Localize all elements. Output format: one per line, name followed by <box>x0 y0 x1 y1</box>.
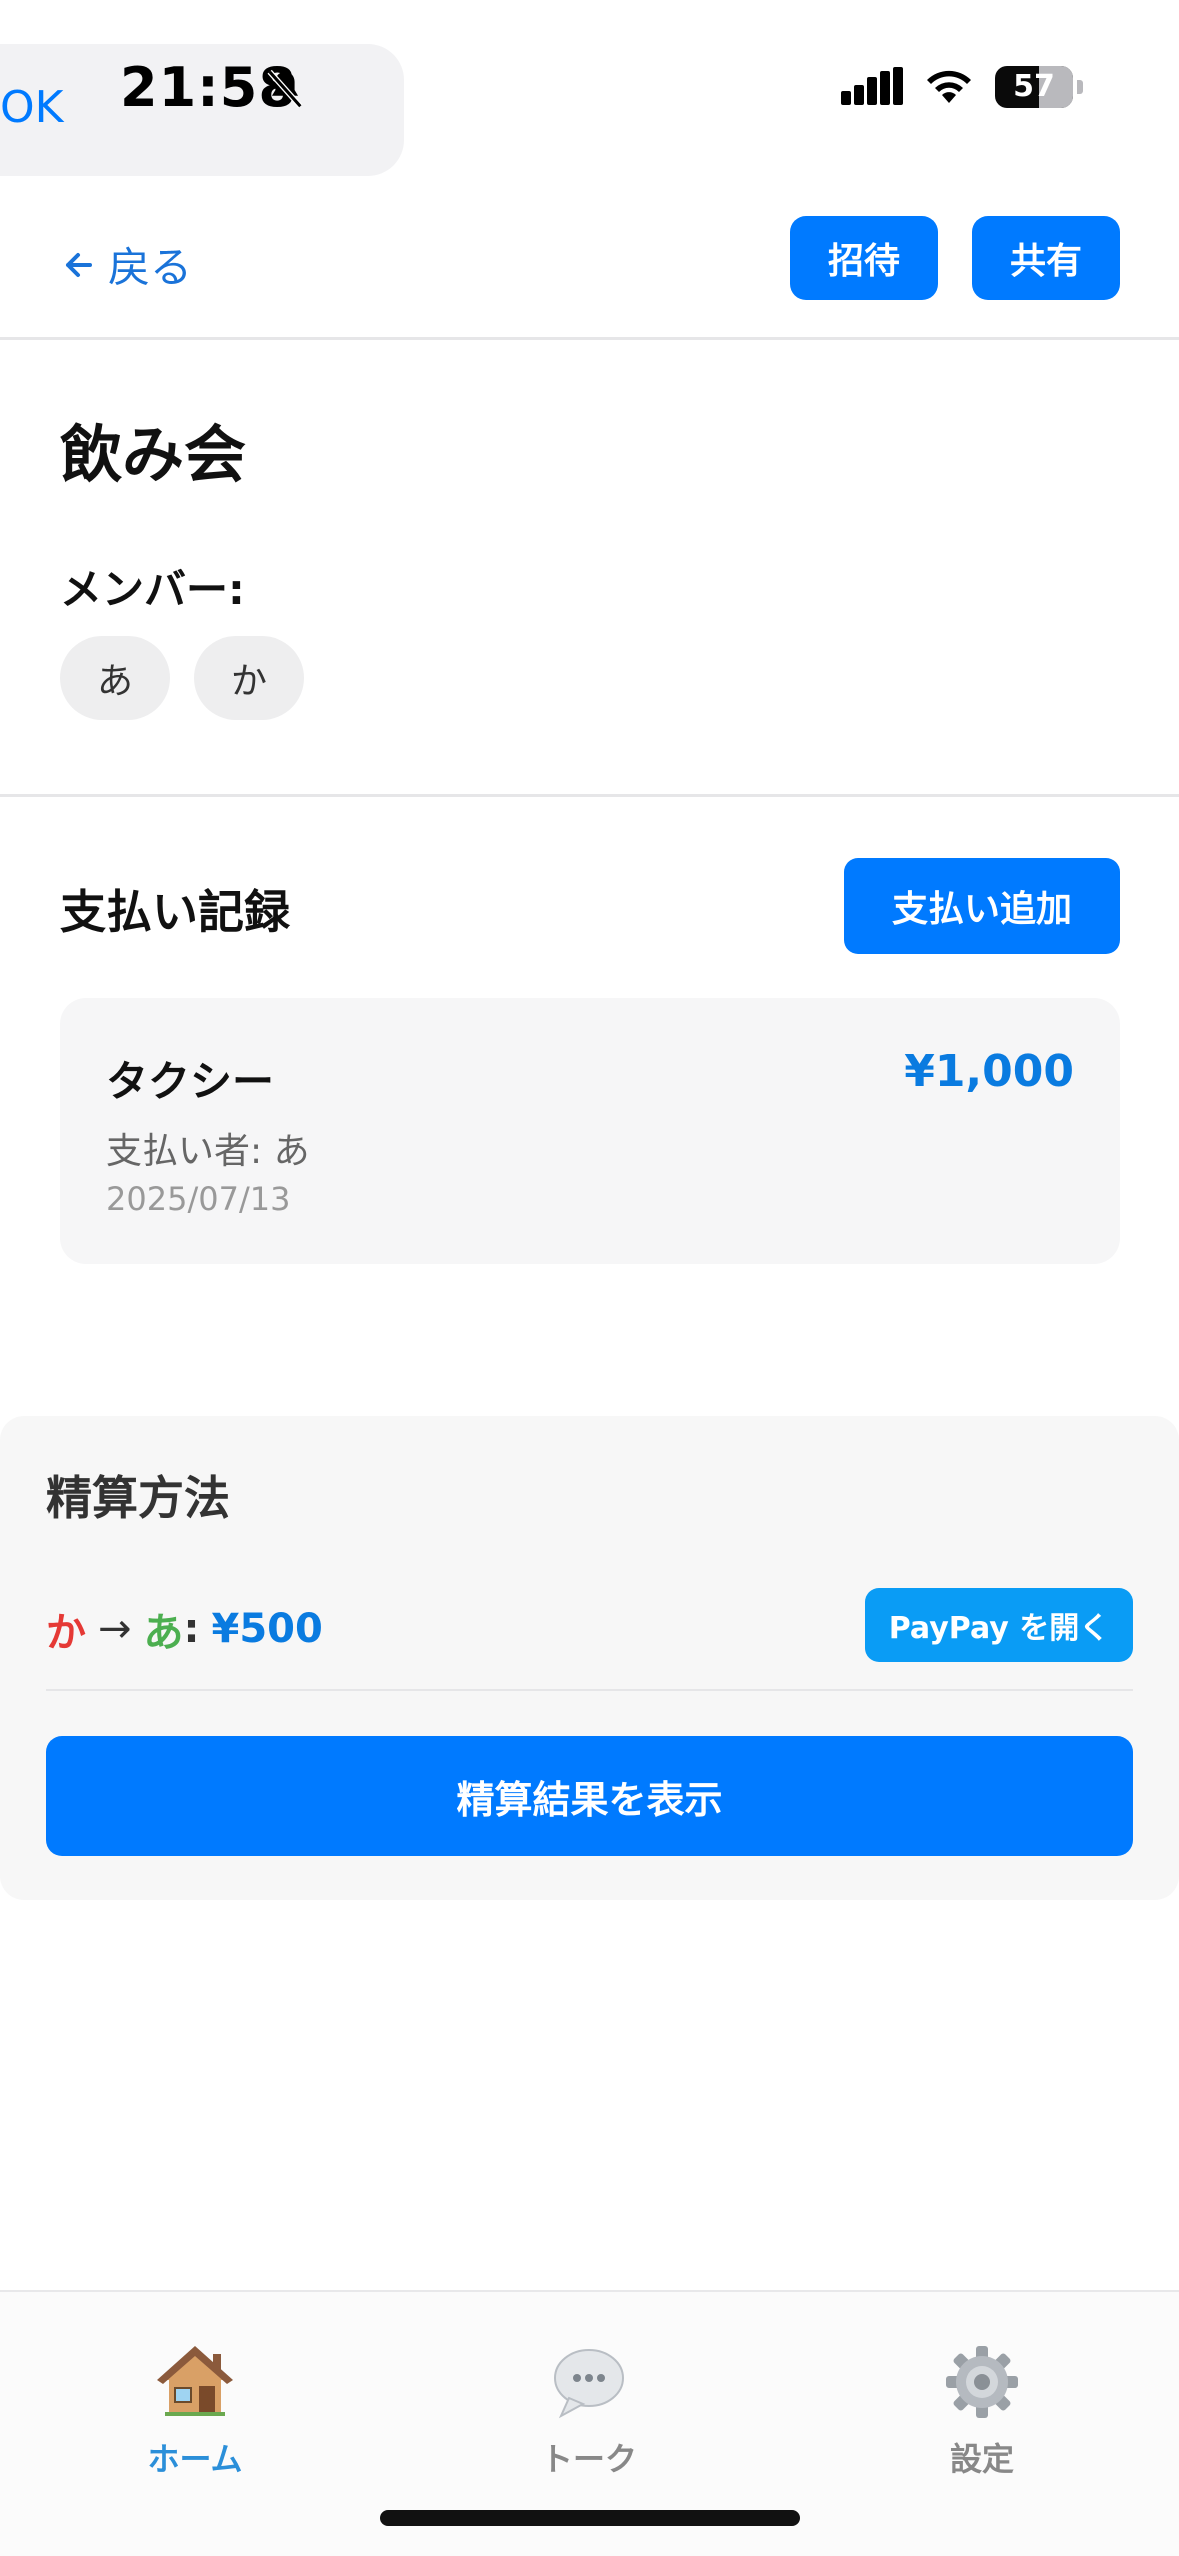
speech-bubble-icon <box>554 2349 624 2419</box>
invite-button[interactable]: 招待 <box>790 216 938 300</box>
payments-title: 支払い記録 <box>60 885 290 939</box>
add-payment-button[interactable]: 支払い追加 <box>844 858 1120 954</box>
tab-home[interactable]: ホーム <box>75 2342 315 2480</box>
member-list: あ か <box>60 636 304 720</box>
section-divider <box>0 794 1179 797</box>
arrow-left-icon <box>66 252 92 277</box>
payment-name: タクシー <box>106 1057 275 1106</box>
back-label: 戻る <box>108 243 193 292</box>
settlement-panel: 精算方法 か → あ : ¥500 PayPay を開く 精算結果を表示 <box>0 1416 1179 1900</box>
settlement-transfer-row: か → あ : ¥500 <box>46 1600 323 1658</box>
battery-icon: 57 <box>995 66 1073 108</box>
tab-settings-label: 設定 <box>949 2440 1014 2478</box>
member-chip: あ <box>60 636 170 720</box>
payment-amount: ¥1,000 <box>904 1046 1074 1097</box>
transfer-amount: ¥500 <box>211 1606 323 1652</box>
header: 戻る 招待 共有 <box>0 200 1179 340</box>
wifi-icon <box>927 70 971 103</box>
payment-date: 2025/07/13 <box>106 1180 291 1218</box>
arrow-right-icon: → <box>98 1606 132 1652</box>
members-label: メンバー: <box>60 565 245 614</box>
battery-tip <box>1077 80 1083 94</box>
tab-settings[interactable]: 設定 <box>862 2342 1102 2480</box>
payment-payer: 支払い者: あ <box>106 1131 310 1172</box>
settlement-title: 精算方法 <box>46 1471 230 1525</box>
tab-talk[interactable]: トーク <box>469 2342 709 2480</box>
tab-home-label: ホーム <box>147 2440 243 2478</box>
transfer-to: あ <box>143 1610 184 1656</box>
gear-icon <box>946 2346 1018 2418</box>
battery-level: 57 <box>1013 69 1055 104</box>
event-title: 飲み会 <box>60 418 247 491</box>
transfer-colon: : <box>183 1606 200 1652</box>
status-back-app[interactable]: OK <box>0 82 64 133</box>
signal-icon <box>841 67 903 105</box>
back-button[interactable]: 戻る <box>60 234 192 295</box>
member-chip: か <box>194 636 304 720</box>
share-button[interactable]: 共有 <box>972 216 1120 300</box>
bell-slash-icon <box>267 69 303 109</box>
payment-card[interactable]: タクシー ¥1,000 支払い者: あ 2025/07/13 <box>60 998 1120 1264</box>
home-indicator[interactable] <box>380 2510 800 2526</box>
settlement-divider <box>46 1689 1133 1691</box>
show-settlement-result-button[interactable]: 精算結果を表示 <box>46 1736 1133 1856</box>
status-indicators: 57 <box>841 62 1083 112</box>
open-paypay-button[interactable]: PayPay を開く <box>865 1588 1133 1662</box>
transfer-from: か <box>46 1610 86 1656</box>
tab-talk-label: トーク <box>540 2440 637 2478</box>
house-icon <box>157 2346 233 2416</box>
